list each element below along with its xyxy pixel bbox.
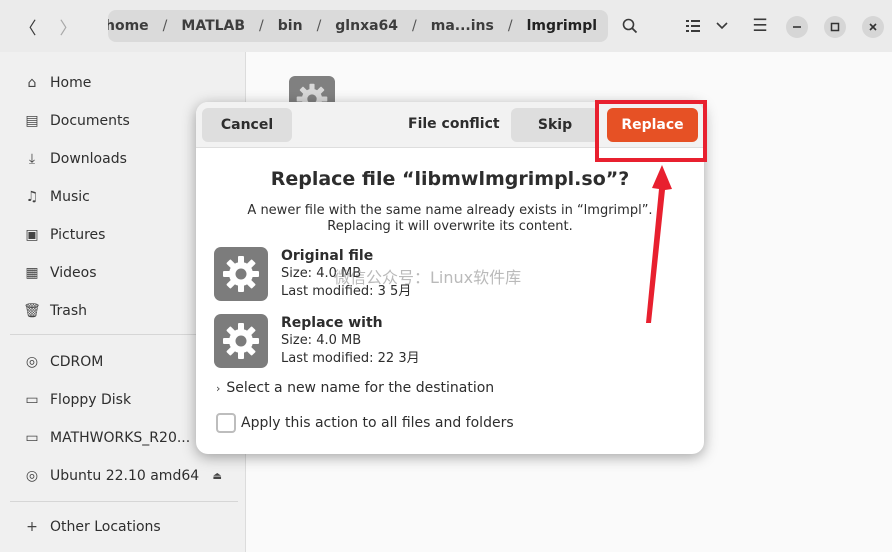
eject-icon[interactable]: ⏏ [213,471,222,482]
dialog-heading: Replace file “libmwlmgrimpl.so”? [270,168,630,190]
dialog-title: File conflict [408,116,500,132]
description-line: A newer file with the same name already … [247,203,653,218]
close-icon [869,23,877,31]
description-line: Replacing it will overwrite its content. [327,219,573,234]
breadcrumb-bin[interactable]: bin [264,18,317,34]
breadcrumb-current[interactable]: lmgrimpl [513,18,608,34]
home-icon: ⌂ [27,75,37,91]
sidebar-item-label: Pictures [50,227,106,243]
minimize-icon [793,26,801,28]
replacement-file-modified: Last modified: 22 3月 [281,351,420,366]
sidebar-item-label: Documents [50,113,130,129]
path-bar[interactable]: home / MATLAB / bin / glnxa64 / ma...ins… [108,10,608,42]
music-icon: ♫ [25,189,39,205]
plus-icon: + [26,519,38,535]
replacement-file-icon [214,314,268,368]
breadcrumb-matlab[interactable]: MATLAB [167,18,259,34]
chevron-left-icon: 〈 [19,18,37,39]
download-icon: ⤓ [28,151,36,167]
sidebar-item-label: MATHWORKS_R20... [50,430,191,446]
header-bar: 〈 〉 home / MATLAB / bin / glnxa64 / ma..… [0,0,892,52]
disc-icon: ◎ [25,354,39,370]
breadcrumb-collapsed[interactable]: ma...ins [417,18,508,34]
maximize-button[interactable] [824,16,846,38]
maximize-icon [830,22,840,32]
gear-icon [223,256,259,292]
sidebar-item-label: Videos [50,265,97,281]
dialog-description: A newer file with the same name already … [196,203,704,235]
watermark: 微信公众号：Linux软件库 [334,268,522,287]
drive-icon: ▭ [25,392,39,408]
gear-icon [223,323,259,359]
hamburger-menu-icon: ☰ [752,16,768,36]
rename-expander[interactable]: › Select a new name for the destination [216,380,494,396]
forward-button[interactable]: 〉 [52,11,84,41]
view-menu-button[interactable] [708,11,736,41]
sidebar-item-label: Other Locations [50,519,161,535]
sidebar-item-label: Music [50,189,90,205]
original-file-icon [214,247,268,301]
sidebar-item-home[interactable]: ⌂ Home [10,67,238,99]
disc-icon: ◎ [25,468,39,484]
trash-icon: 🗑 [23,303,41,319]
close-button[interactable] [862,16,884,38]
drive-icon: ▭ [25,430,39,446]
sidebar-item-label: Trash [50,303,87,319]
sidebar-item-label: Home [50,75,92,91]
apply-all-row[interactable]: Apply this action to all files and folde… [216,413,514,433]
replacement-file-size: Size: 4.0 MB [281,333,362,348]
sidebar-item-other-locations[interactable]: + Other Locations [10,511,238,543]
apply-all-checkbox[interactable] [216,413,236,433]
sidebar-item-label: Ubuntu 22.10 amd64 [50,468,200,484]
picture-icon: ▣ [25,227,39,243]
apply-all-label: Apply this action to all files and folde… [241,415,514,431]
original-file-title: Original file [281,248,374,264]
annotation-highlight-box [595,100,707,162]
view-list-button[interactable] [678,11,708,41]
video-icon: ▦ [25,265,39,281]
rename-expander-label: Select a new name for the destination [226,380,495,396]
sidebar-item-label: Floppy Disk [50,392,132,408]
breadcrumb-home[interactable]: home [108,18,163,34]
main-menu-button[interactable]: ☰ [744,11,776,41]
cancel-button[interactable]: Cancel [202,108,292,142]
skip-button[interactable]: Skip [511,108,599,142]
replacement-file-info: Replace with Size: 4.0 MB Last modified:… [281,314,420,368]
sidebar-item-label: Downloads [50,151,127,167]
search-icon [622,18,638,34]
document-icon: ▤ [25,113,39,129]
minimize-button[interactable] [786,16,808,38]
sidebar-item-label: CDROM [50,354,104,370]
chevron-right-icon: 〉 [59,18,77,39]
search-button[interactable] [614,11,646,41]
back-button[interactable]: 〈 [12,11,44,41]
chevron-down-icon [716,22,728,30]
sidebar-divider [10,501,238,502]
list-view-icon [686,20,700,32]
replacement-file-title: Replace with [281,315,383,331]
sidebar-item-ubuntu[interactable]: ◎ Ubuntu 22.10 amd64 ⏏ [10,460,238,492]
chevron-right-icon: › [216,381,221,395]
breadcrumb-glnxa64[interactable]: glnxa64 [321,18,412,34]
